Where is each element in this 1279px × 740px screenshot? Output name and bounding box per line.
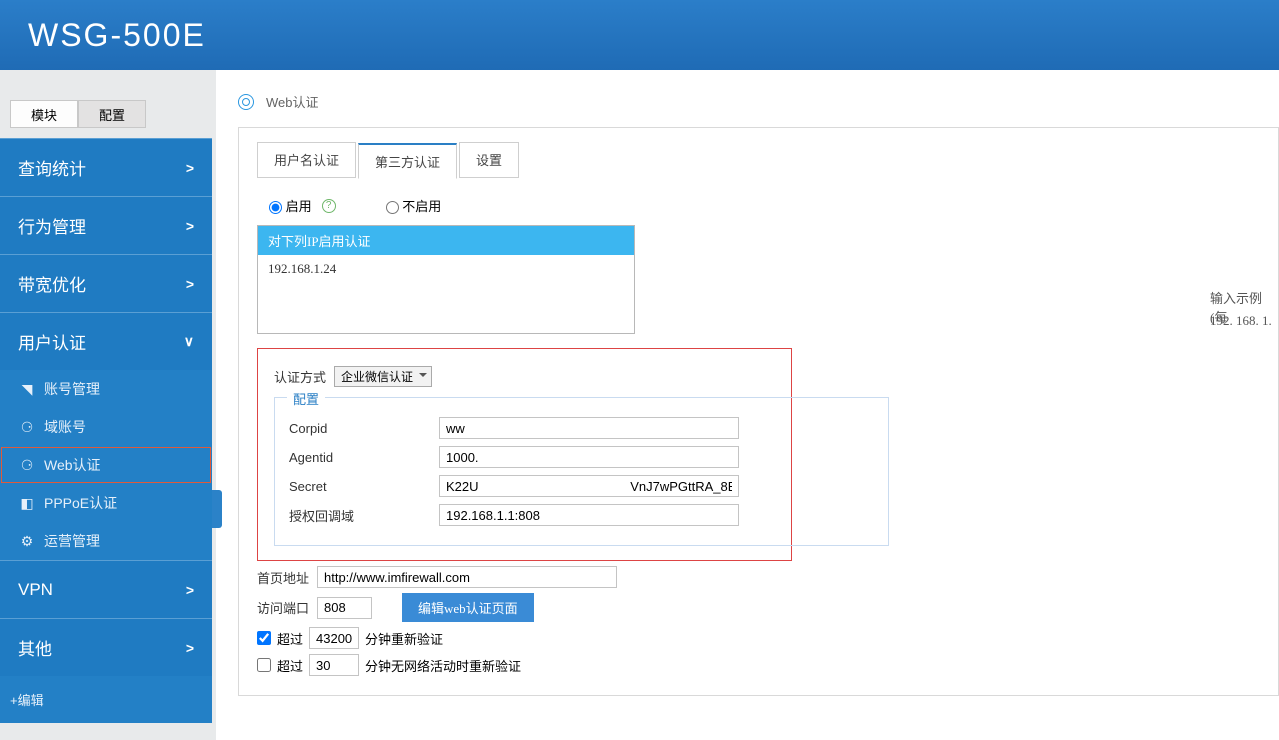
globe-icon: ⚆ [18, 458, 36, 472]
radio-enable[interactable]: 启用 [269, 196, 312, 215]
agentid-label: Agentid [289, 450, 439, 465]
auth-method-label: 认证方式 [274, 367, 334, 386]
sidebar-collapse-handle[interactable] [212, 490, 222, 528]
nav-sub-pppoe[interactable]: ◧ PPPoE认证 [0, 484, 212, 522]
user-gear-icon: ⚙ [18, 534, 36, 548]
radio-disable-label: 不启用 [402, 199, 441, 214]
subtab-thirdparty-auth[interactable]: 第三方认证 [358, 143, 457, 179]
nav-query-stats[interactable]: 查询统计 > [0, 138, 212, 196]
breadcrumb-text: Web认证 [266, 92, 319, 111]
chevron-right-icon: > [186, 160, 194, 176]
nav-behavior-label: 行为管理 [18, 213, 86, 238]
id-card-icon: ◥ [18, 382, 36, 396]
radio-disable[interactable]: 不启用 [386, 196, 442, 215]
nav-vpn[interactable]: VPN > [0, 560, 212, 618]
auth-config-highlight: 认证方式 企业微信认证 配置 Corpid Agentid Secret 授权回… [257, 348, 792, 561]
globe-icon [238, 94, 254, 110]
nav-sub-webauth[interactable]: ⚆ Web认证 [0, 446, 212, 484]
breadcrumb: Web认证 [216, 70, 1279, 127]
exceed2-label: 超过 [277, 656, 303, 675]
exceed1-label: 超过 [277, 629, 303, 648]
nav-sub-account[interactable]: ◥ 账号管理 [0, 370, 212, 408]
nav-other-label: 其他 [18, 635, 52, 660]
subtab-row: 用户名认证 第三方认证 设置 [257, 142, 1260, 178]
exceed1-suffix: 分钟重新验证 [365, 629, 443, 648]
auth-method-select[interactable]: 企业微信认证 [334, 366, 432, 387]
main-panel: 用户名认证 第三方认证 设置 启用 ? 不启用 对下列IP启用认证 192.16… [238, 127, 1279, 696]
nav-sub-ops-label: 运营管理 [44, 531, 100, 551]
nav-edit[interactable]: +编辑 [0, 676, 212, 723]
sidebar: 模块 配置 查询统计 > 行为管理 > 带宽优化 > 用户认证 ∨ ◥ 账号管理 ⚆ 域账号… [0, 70, 212, 740]
edit-webauth-page-button[interactable]: 编辑web认证页面 [402, 593, 534, 622]
nav-sub-domain[interactable]: ⚆ 域账号 [0, 408, 212, 446]
enable-row: 启用 ? 不启用 [257, 190, 1260, 225]
config-fieldset: 配置 Corpid Agentid Secret 授权回调域 [274, 397, 889, 546]
nav-query-label: 查询统计 [18, 155, 86, 180]
product-title: WSG-500E [28, 17, 206, 54]
sidebar-mode-tabs: 模块 配置 [10, 100, 212, 128]
chevron-right-icon: > [186, 276, 194, 292]
homepage-input[interactable] [317, 566, 617, 588]
ip-enable-textarea[interactable]: 192.168.1.24 [258, 255, 634, 333]
nav-behavior[interactable]: 行为管理 > [0, 196, 212, 254]
chevron-right-icon: > [186, 218, 194, 234]
nav-sub-domain-label: 域账号 [44, 417, 86, 437]
exceed-reverify-checkbox[interactable] [257, 631, 271, 645]
tab-modules[interactable]: 模块 [10, 100, 78, 128]
nav-sub-account-label: 账号管理 [44, 379, 100, 399]
ip-enable-title: 对下列IP启用认证 [258, 226, 634, 255]
port-label: 访问端口 [257, 598, 317, 617]
config-legend: 配置 [287, 389, 325, 408]
radio-enable-label: 启用 [286, 199, 312, 214]
idle-reverify-checkbox[interactable] [257, 658, 271, 672]
extra-settings: 首页地址 访问端口 编辑web认证页面 超过 分钟重新验证 超过 分钟无网络活动时… [257, 566, 1260, 676]
agentid-input[interactable] [439, 446, 739, 468]
nav-sub-pppoe-label: PPPoE认证 [44, 493, 117, 513]
corpid-input[interactable] [439, 417, 739, 439]
callback-label: 授权回调域 [289, 506, 439, 525]
tab-config[interactable]: 配置 [78, 100, 146, 128]
nav-other[interactable]: 其他 > [0, 618, 212, 676]
ip-enable-box: 对下列IP启用认证 192.168.1.24 [257, 225, 635, 334]
nav-sub-webauth-label: Web认证 [44, 455, 101, 475]
corpid-label: Corpid [289, 421, 439, 436]
nav-bandwidth[interactable]: 带宽优化 > [0, 254, 212, 312]
nav-userauth[interactable]: 用户认证 ∨ [0, 312, 212, 370]
ip-hint-line2: 192. 168. 1. [1210, 313, 1272, 329]
chevron-right-icon: > [186, 640, 194, 656]
exceed2-input[interactable] [309, 654, 359, 676]
card-icon: ◧ [18, 496, 36, 510]
subtab-username-auth[interactable]: 用户名认证 [257, 142, 356, 178]
chevron-right-icon: > [186, 582, 194, 598]
nav-vpn-label: VPN [18, 580, 53, 600]
callback-input[interactable] [439, 504, 739, 526]
globe-icon: ⚆ [18, 420, 36, 434]
secret-label: Secret [289, 479, 439, 494]
nav-userauth-label: 用户认证 [18, 329, 86, 354]
subtab-settings[interactable]: 设置 [459, 142, 519, 178]
help-icon[interactable]: ? [322, 199, 336, 213]
homepage-label: 首页地址 [257, 568, 317, 587]
content: Web认证 用户名认证 第三方认证 设置 启用 ? 不启用 对下列IP启用认证 … [216, 70, 1279, 740]
chevron-down-icon: ∨ [184, 333, 194, 350]
exceed2-suffix: 分钟无网络活动时重新验证 [365, 656, 521, 675]
header: WSG-500E [0, 0, 1279, 70]
secret-input[interactable] [439, 475, 739, 497]
exceed1-input[interactable] [309, 627, 359, 649]
port-input[interactable] [317, 597, 372, 619]
nav-sub-ops[interactable]: ⚙ 运营管理 [0, 522, 212, 560]
nav-bandwidth-label: 带宽优化 [18, 271, 86, 296]
